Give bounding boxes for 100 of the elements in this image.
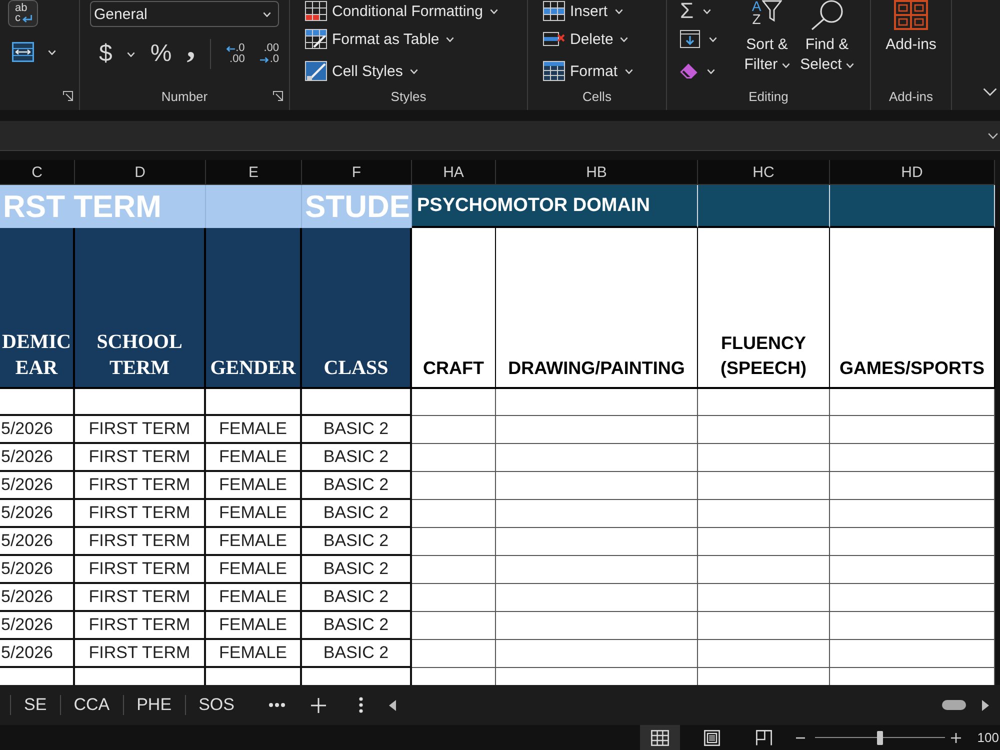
autosum-button[interactable]: Σ (680, 0, 694, 22)
table-cell: FIRST TERM (75, 472, 206, 500)
chevron-down-icon[interactable] (988, 132, 998, 138)
table-cell: 5/2026 (0, 556, 75, 584)
eraser-icon[interactable] (680, 63, 698, 79)
fill-down-icon[interactable] (680, 30, 700, 48)
page-break-icon (756, 730, 772, 746)
group-label: Editing (748, 88, 788, 104)
chevron-down-icon[interactable] (983, 88, 997, 96)
column-header[interactable]: HB (496, 160, 698, 185)
decrease-decimal-button[interactable]: .00 .0 (260, 43, 279, 65)
currency-button[interactable]: $ (99, 39, 112, 69)
table-cell: 5/2026 (0, 640, 75, 668)
arrow-left-icon (226, 46, 235, 52)
normal-view-button[interactable] (640, 725, 680, 750)
table-cell: 5/2026 (0, 416, 75, 444)
table-format-icon (543, 61, 565, 81)
caret-down-icon (846, 62, 854, 68)
table-cell: FEMALE (206, 556, 302, 584)
table-cell: FIRST TERM (75, 528, 206, 556)
dialog-launcher-icon[interactable] (273, 91, 283, 101)
table-cell: BASIC 2 (302, 640, 412, 668)
table-cell: BASIC 2 (302, 500, 412, 528)
column-header[interactable]: HD (830, 160, 995, 185)
sheet-tab[interactable]: SE (11, 689, 60, 721)
column-header[interactable]: E (206, 160, 302, 185)
caret-down-icon (624, 68, 633, 74)
sheet-tab[interactable]: CCA (60, 689, 123, 721)
column-header[interactable]: F (302, 160, 412, 185)
increase-decimal-button[interactable]: .0 .00 (226, 43, 245, 65)
caret-down-icon[interactable] (127, 52, 136, 56)
table-cell: FEMALE (206, 640, 302, 668)
return-arrow-icon (22, 15, 32, 23)
group-label: Styles (390, 88, 426, 104)
table-insert-icon (543, 1, 565, 21)
table-cell: 5/2026 (0, 444, 75, 472)
arrow-right-icon (260, 56, 269, 62)
wrap-text-button[interactable]: ab c (8, 0, 38, 27)
caret-down-icon[interactable] (707, 68, 715, 74)
comma-style-button[interactable]: , (186, 39, 196, 69)
table-cell: FIRST TERM (75, 640, 206, 668)
table-cell: FEMALE (206, 472, 302, 500)
plus-icon[interactable] (311, 698, 326, 712)
format-button[interactable]: Format (543, 56, 633, 86)
table-cell: 5/2026 (0, 584, 75, 612)
table-icon (305, 1, 327, 21)
sort-filter-button[interactable]: A Z Sort & Filter (737, 0, 797, 86)
column-header[interactable]: C (0, 160, 75, 185)
table-cell: 5/2026 (0, 500, 75, 528)
more-icon[interactable] (269, 703, 286, 707)
title-cell: RST TERM (0, 185, 206, 228)
sheet-tab[interactable]: SOS (186, 689, 248, 721)
header-cell: FLUENCY (SPEECH) (698, 228, 830, 389)
table-cell: FIRST TERM (75, 500, 206, 528)
insert-button[interactable]: Insert (543, 0, 623, 22)
delete-button[interactable]: Delete (543, 24, 628, 54)
caret-down-icon (446, 36, 454, 42)
vertical-ellipsis-icon[interactable] (359, 697, 364, 713)
find-select-button[interactable]: Find & Select (797, 0, 857, 86)
scrollbar-thumb[interactable] (942, 700, 966, 710)
add-ins-button[interactable]: Add-ins (871, 0, 951, 86)
header-cell: SCHOOL TERM (75, 228, 206, 389)
caret-down-icon[interactable] (48, 50, 56, 54)
conditional-formatting-button[interactable]: Conditional Formatting (305, 0, 498, 22)
merge-cells-icon[interactable] (12, 42, 34, 62)
number-format-dropdown[interactable]: General (90, 1, 279, 27)
caret-down-icon (614, 8, 623, 14)
table-cell: BASIC 2 (302, 556, 412, 584)
table-cell: BASIC 2 (302, 444, 412, 472)
table-cell: FEMALE (206, 584, 302, 612)
caret-down-icon[interactable] (702, 8, 711, 14)
plus-icon[interactable] (951, 732, 962, 742)
table-brush-icon (305, 29, 327, 49)
grid-icon (651, 730, 670, 746)
caret-down-icon[interactable] (709, 36, 717, 42)
percent-button[interactable]: % (150, 39, 172, 69)
format-as-table-button[interactable]: Format as Table (305, 24, 454, 54)
header-cell: CRAFT (412, 228, 496, 389)
column-header[interactable]: HA (412, 160, 496, 185)
sheet-tab[interactable]: PHE (124, 689, 185, 721)
column-header[interactable]: D (75, 160, 206, 185)
table-cell: FIRST TERM (75, 584, 206, 612)
column-header[interactable]: HC (698, 160, 830, 185)
table-cell: BASIC 2 (302, 584, 412, 612)
caret-left-icon[interactable] (389, 700, 396, 710)
title-cell: STUDE (302, 185, 412, 228)
slider-thumb[interactable] (877, 730, 884, 744)
table-cell: FIRST TERM (75, 416, 206, 444)
title-cell: PSYCHOMOTOR DOMAIN (412, 185, 698, 228)
table-cell: 5/2026 (0, 472, 75, 500)
table-cell: FIRST TERM (75, 444, 206, 472)
table-cell: FEMALE (206, 500, 302, 528)
caret-right-icon[interactable] (982, 700, 989, 710)
table-cell: FEMALE (206, 444, 302, 472)
table-cell: FEMALE (206, 528, 302, 556)
minus-icon[interactable] (796, 736, 806, 738)
table-cell: BASIC 2 (302, 528, 412, 556)
funnel-icon (762, 0, 782, 22)
cell-styles-button[interactable]: Cell Styles (305, 56, 418, 86)
dialog-launcher-icon[interactable] (63, 91, 73, 101)
